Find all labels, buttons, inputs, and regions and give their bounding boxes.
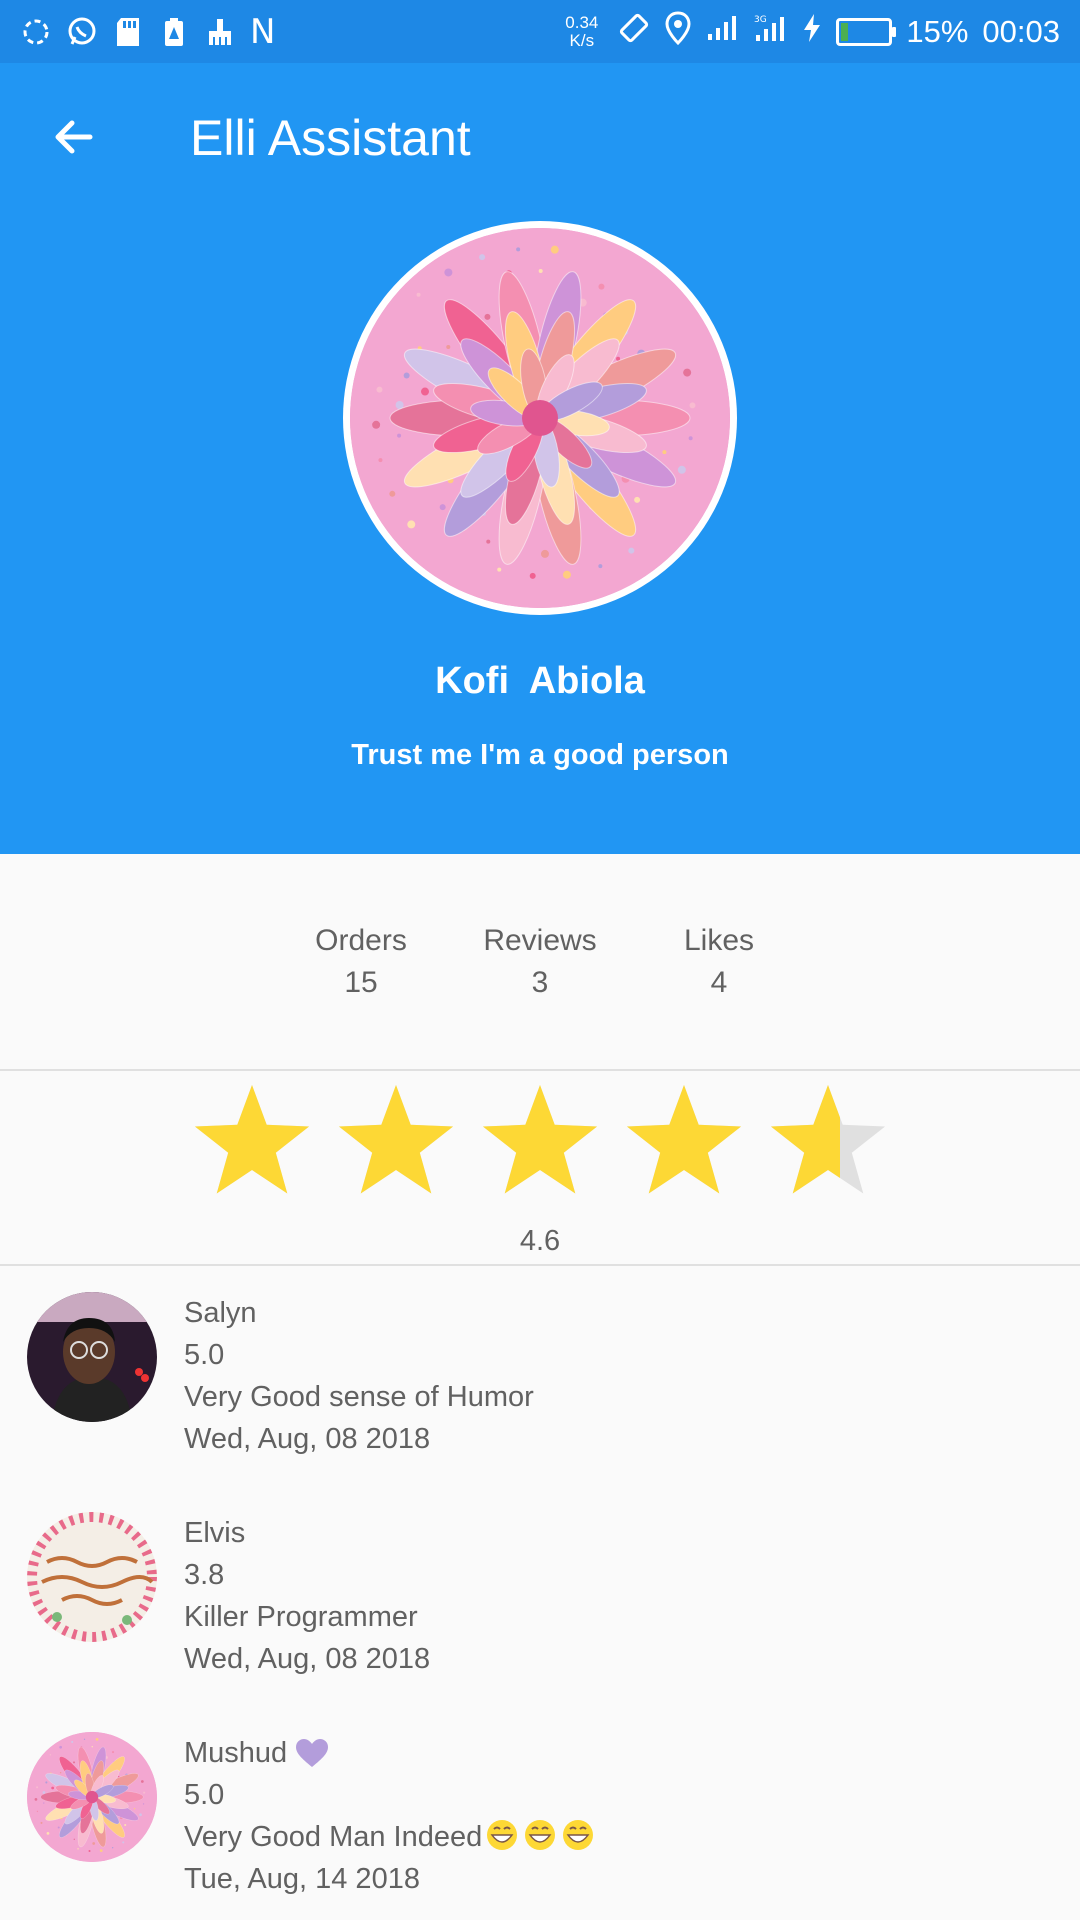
grinning-emoji-icon	[563, 1820, 594, 1850]
purple-heart-icon	[296, 1739, 329, 1767]
app-title: Elli Assistant	[190, 110, 471, 166]
flower-image	[350, 228, 730, 608]
sd-card-icon	[112, 16, 144, 48]
review-score: 5.0	[184, 1339, 225, 1371]
arrow-back-icon	[55, 120, 93, 154]
grinning-emoji-icon	[525, 1820, 556, 1850]
review-score: 3.8	[184, 1559, 225, 1591]
profile-bio: Trust me I'm a good person	[351, 739, 729, 771]
birthday-cake-photo	[27, 1512, 157, 1642]
network-speed-value: 0.34	[565, 12, 599, 32]
system-icons: 0.34 K/s 3G 15% 00:03	[565, 10, 1060, 53]
network-speed: 0.34 K/s	[565, 12, 599, 50]
stat-label: Likes	[683, 924, 755, 957]
battery-percent: 15%	[906, 13, 969, 49]
svg-text:3G: 3G	[754, 15, 767, 25]
battery-level	[841, 22, 849, 41]
review-item[interactable]: Elvis 3.8 Killer Programmer Wed, Aug, 08…	[0, 1512, 1080, 1692]
flower-image	[27, 1732, 157, 1862]
star-filled	[626, 1085, 742, 1194]
stat-value: 15	[344, 966, 378, 999]
stat-likes[interactable]: Likes 4	[630, 920, 809, 1004]
divider	[0, 1069, 1080, 1071]
rotate-icon	[618, 12, 650, 52]
star-filled	[338, 1085, 454, 1194]
stats-row: Orders 15 Reviews 3 Likes 4	[0, 920, 1080, 1004]
divider	[0, 1264, 1080, 1266]
signal-icon	[706, 14, 740, 50]
review-comment: Killer Programmer	[184, 1601, 418, 1633]
whatsapp-icon	[66, 16, 98, 48]
stat-label: Reviews	[483, 924, 597, 957]
reviewer-avatar	[27, 1732, 157, 1862]
stat-label: Orders	[315, 924, 407, 957]
reviewer-avatar	[27, 1512, 157, 1642]
app-bar: Elli Assistant	[0, 63, 1080, 211]
charging-icon	[802, 13, 822, 51]
profile-avatar[interactable]	[343, 221, 737, 615]
review-item[interactable]: Salyn 5.0 Very Good sense of Humor Wed, …	[0, 1292, 1080, 1472]
profile-name: Kofi Abiola	[435, 660, 645, 702]
clock: 00:03	[982, 13, 1060, 49]
review-date: Tue, Aug, 14 2018	[184, 1863, 420, 1895]
grinning-emoji-icon	[487, 1820, 518, 1850]
person-photo	[27, 1292, 157, 1422]
notification-icons: N	[20, 15, 275, 49]
profile-header: Elli Assistant Kofi Abiola Trust me I'm …	[0, 63, 1080, 854]
battery-alert-icon	[158, 16, 190, 48]
reviewer-name: Elvis	[184, 1517, 246, 1549]
status-bar: N 0.34 K/s 3G 15% 00:03	[0, 0, 1080, 63]
rating-value: 4.6	[519, 1225, 561, 1257]
rating-stars	[194, 1085, 886, 1194]
reviewer-name: Mushud	[184, 1737, 288, 1769]
review-comment: Very Good sense of Humor	[184, 1381, 534, 1413]
stat-value: 3	[531, 966, 549, 999]
stat-reviews[interactable]: Reviews 3	[451, 920, 630, 1004]
cleaner-icon	[204, 16, 236, 48]
battery-icon	[836, 17, 897, 46]
signal-3g-icon: 3G	[754, 13, 788, 51]
location-icon	[664, 10, 692, 53]
network-speed-unit: K/s	[569, 30, 595, 50]
star-filled	[482, 1085, 598, 1194]
reviewer-name: Salyn	[184, 1297, 257, 1329]
review-comment: Very Good Man Indeed	[184, 1821, 483, 1853]
star-filled	[194, 1085, 310, 1194]
review-date: Wed, Aug, 08 2018	[184, 1423, 431, 1455]
stat-value: 4	[710, 966, 728, 999]
stat-orders[interactable]: Orders 15	[272, 920, 451, 1004]
reviewer-avatar	[27, 1292, 157, 1422]
sync-icon	[20, 16, 52, 48]
back-button[interactable]	[44, 107, 104, 167]
review-item[interactable]: Mushud 5.0 Very Good Man Indeed Tue, Aug…	[0, 1732, 1080, 1912]
review-date: Wed, Aug, 08 2018	[184, 1643, 431, 1675]
review-score: 5.0	[184, 1779, 225, 1811]
nfc-indicator: N	[250, 11, 276, 52]
